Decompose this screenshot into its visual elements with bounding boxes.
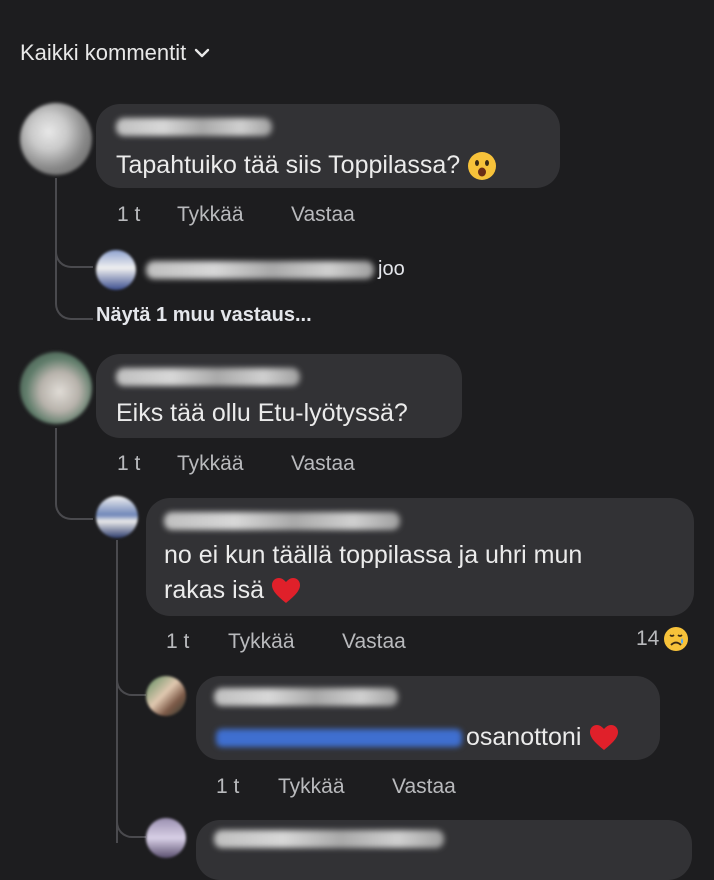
like-button[interactable]: Tykkää [228,630,342,654]
reply-time: 1 t [166,630,190,653]
thread-line [116,540,118,843]
comment-actions: 1 t Tykkää Vastaa [117,452,355,476]
reply-button[interactable]: Vastaa [291,203,355,227]
sub-reply-text: osanottoni [466,723,582,751]
reaction-count: 14 [636,627,660,650]
crying-face-emoji [664,627,689,651]
thread-connector [116,660,146,696]
sub-reply-actions: 1 t Tykkää Vastaa [216,775,456,799]
show-more-replies-link[interactable]: Näytä 1 muu vastaus... [96,304,312,327]
red-heart-emoji [272,578,300,604]
author-name-redacted [164,512,400,530]
reply-bubble[interactable]: no ei kun täällä toppilassa ja uhri mun … [146,498,694,616]
sub-reply-content: osanottoni [216,720,619,755]
reply-preview-text: joo [378,258,405,280]
like-button[interactable]: Tykkää [278,775,392,799]
sub-reply-bubble[interactable]: osanottoni [196,676,660,760]
reply-bubble[interactable] [196,820,692,880]
avatar[interactable] [96,496,138,538]
avatar[interactable] [146,676,186,716]
avatar[interactable] [20,103,92,175]
comment-text: Eiks tää ollu Etu-lyötyssä? [116,399,408,427]
avatar[interactable] [96,250,136,290]
thread-connector [116,808,146,838]
reaction-summary[interactable]: 14 [636,626,689,652]
comment-bubble[interactable]: Eiks tää ollu Etu-lyötyssä? [96,354,462,438]
filter-label: Kaikki kommentit [20,40,187,65]
reply-text: no ei kun täällä toppilassa ja uhri mun … [164,538,582,608]
like-button[interactable]: Tykkää [177,203,291,227]
thread-connector [55,250,93,320]
reply-text-line-1: no ei kun täällä toppilassa ja uhri mun [164,541,583,569]
comment-actions: 1 t Tykkää Vastaa [117,203,355,227]
author-name-redacted [214,830,444,848]
all-comments-filter[interactable]: Kaikki kommentit [20,40,210,66]
comment-text: Tapahtuiko tää siis Toppilassa? [116,148,497,183]
author-name-redacted [214,688,398,706]
mentioned-user-link[interactable] [216,728,462,747]
thread-connector [55,478,93,520]
like-button[interactable]: Tykkää [177,452,291,476]
reply-text-line-2: rakas isä [164,573,582,608]
red-heart-emoji [590,724,619,750]
author-name-redacted [116,368,300,386]
reply-button[interactable]: Vastaa [392,775,456,799]
author-name-redacted [116,118,272,136]
astonished-face-emoji [468,152,497,181]
comment-time: 1 t [117,452,141,475]
comment-time: 1 t [117,203,141,226]
reply-button[interactable]: Vastaa [291,452,355,476]
avatar[interactable] [146,818,186,858]
reply-button[interactable]: Vastaa [342,630,406,654]
sub-reply-time: 1 t [216,775,240,798]
reply-author-redacted[interactable] [146,261,374,279]
avatar[interactable] [20,352,92,424]
reply-actions: 1 t Tykkää Vastaa [166,630,406,654]
chevron-down-icon [195,48,210,58]
comment-bubble[interactable]: Tapahtuiko tää siis Toppilassa? [96,104,560,188]
